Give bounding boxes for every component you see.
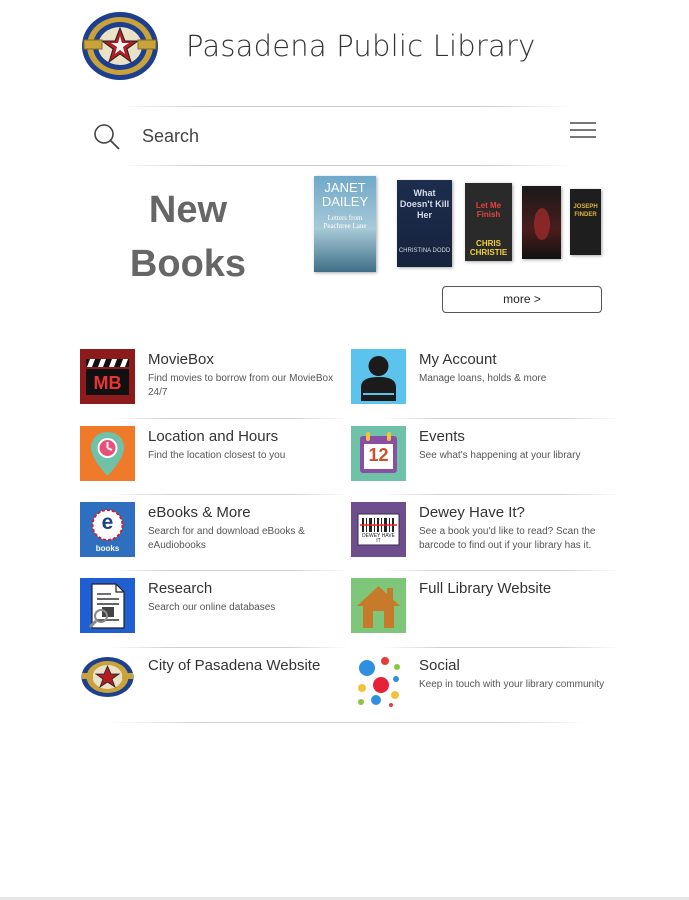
barcode-scan-icon: DEWEY HAVE IT	[351, 502, 406, 557]
tile-title: MovieBox	[148, 351, 214, 368]
tile-divider	[110, 570, 350, 571]
tile-title: eBooks & More	[148, 504, 251, 521]
tile-dewey-have-it[interactable]: DEWEY HAVE IT Dewey Have It? See a book …	[351, 494, 621, 566]
book-cover[interactable]: What Doesn't Kill Her CHRISTINA DODD	[397, 180, 452, 267]
new-books-heading-line2: Books	[129, 243, 247, 285]
tile-divider	[381, 418, 621, 419]
book-cover-author: CHRIS CHRISTIE	[469, 239, 508, 257]
book-cover-title: Let Me Finish	[475, 201, 502, 219]
book-cover[interactable]: Let Me Finish CHRIS CHRISTIE	[465, 183, 512, 261]
tile-description: See what's happening at your library	[419, 450, 581, 461]
book-cover-author: CHRISTINA DODD	[398, 248, 451, 254]
new-books-heading: New Books	[118, 183, 258, 291]
home-icon	[351, 578, 406, 633]
book-cover-title: Letters from Peachtree Lane	[323, 214, 367, 230]
book-cover[interactable]: JOSEPH FINDER	[570, 189, 601, 255]
search-top-rule	[120, 106, 570, 107]
tile-title: Location and Hours	[148, 428, 279, 445]
tile-divider	[381, 494, 621, 495]
city-seal-icon	[80, 655, 135, 710]
app-title: Pasadena Public Library	[186, 29, 536, 63]
tile-title: Social	[419, 657, 460, 674]
tile-title: Events	[419, 428, 465, 445]
tile-title: City of Pasadena Website	[148, 657, 321, 674]
tile-moviebox[interactable]: MB MovieBox Find movies to borrow from o…	[80, 349, 350, 413]
tile-title: Dewey Have It?	[419, 504, 525, 521]
ebooks-icon: e books	[80, 502, 135, 557]
calendar-icon-text: 12	[368, 445, 389, 465]
search-input[interactable]	[140, 120, 524, 152]
location-clock-icon	[80, 426, 135, 481]
barcode-icon-text: DEWEY HAVE IT	[362, 533, 395, 544]
tile-my-account[interactable]: My Account Manage loans, holds & more	[351, 349, 621, 413]
tile-title: Full Library Website	[419, 580, 552, 597]
book-cover-author: JOSEPH FINDER	[573, 204, 598, 218]
tile-description: Find movies to borrow from our MovieBox …	[148, 373, 334, 398]
tile-description: Find the location closest to you	[148, 450, 286, 461]
tile-description: See a book you'd like to read? Scan the …	[419, 526, 596, 551]
tile-city-website[interactable]: City of Pasadena Website	[80, 647, 350, 719]
book-cover[interactable]	[522, 186, 561, 259]
tile-divider	[381, 647, 621, 648]
tile-research[interactable]: Research Search our online databases	[80, 570, 350, 642]
book-cover-title: What Doesn't Kill Her	[399, 188, 450, 220]
tile-divider	[110, 647, 350, 648]
search-bar	[80, 106, 610, 166]
tile-location-hours[interactable]: Location and Hours Find the location clo…	[80, 418, 350, 490]
book-cover-author: JANET DAILEY	[321, 180, 369, 209]
moviebox-icon: MB	[80, 349, 135, 404]
ebooks-icon-caption: books	[95, 544, 120, 553]
search-icon[interactable]	[92, 122, 122, 152]
tile-description: Manage loans, holds & more	[419, 373, 547, 384]
tile-ebooks[interactable]: e books eBooks & More Search for and dow…	[80, 494, 350, 566]
tile-title: My Account	[419, 351, 497, 368]
research-document-icon	[80, 578, 135, 633]
new-books-heading-line1: New	[148, 189, 228, 231]
social-dots-icon	[351, 655, 406, 710]
tile-social[interactable]: Social Keep in touch with your library c…	[351, 647, 621, 719]
tile-title: Research	[148, 580, 213, 597]
city-seal-icon	[80, 10, 160, 82]
more-new-books-button[interactable]: more >	[442, 286, 602, 313]
hamburger-menu-icon[interactable]	[570, 122, 596, 140]
book-cover[interactable]: JANET DAILEY Letters from Peachtree Lane	[314, 176, 376, 272]
ebooks-icon-text: e	[101, 511, 114, 534]
tile-description: Search our online databases	[148, 602, 276, 613]
tile-divider	[110, 418, 350, 419]
tile-divider	[381, 570, 621, 571]
search-bottom-rule	[120, 165, 570, 166]
account-icon	[351, 349, 406, 404]
grid-bottom-rule	[110, 722, 590, 723]
tile-events[interactable]: 12 Events See what's happening at your l…	[351, 418, 621, 490]
tile-description: Keep in touch with your library communit…	[419, 679, 605, 690]
tile-description: Search for and download eBooks & eAudiob…	[148, 526, 305, 551]
moviebox-icon-text: MB	[93, 373, 122, 393]
tile-full-library-website[interactable]: Full Library Website	[351, 570, 621, 642]
calendar-icon: 12	[351, 426, 406, 481]
header: Pasadena Public Library	[80, 10, 536, 82]
tile-divider	[110, 494, 350, 495]
